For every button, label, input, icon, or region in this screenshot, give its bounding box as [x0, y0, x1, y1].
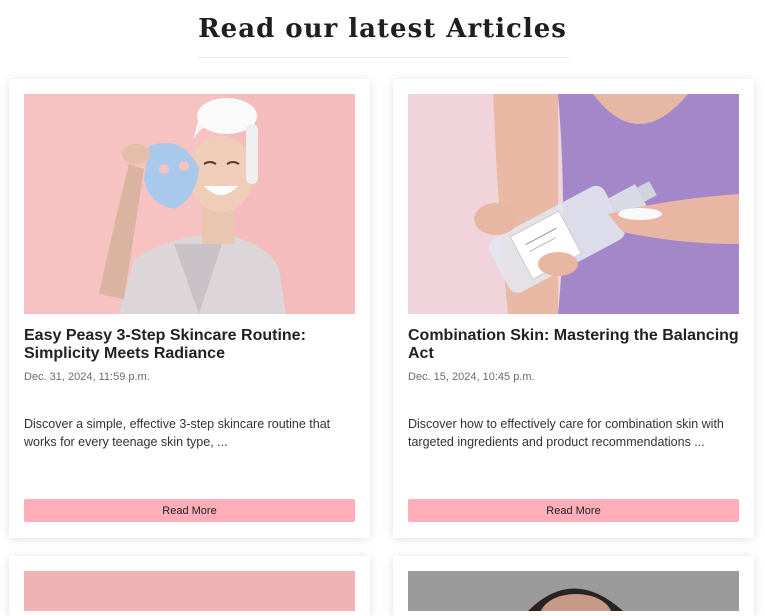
article-excerpt: Discover how to effectively care for com…: [408, 417, 724, 449]
read-more-button[interactable]: Read More: [408, 499, 739, 522]
article-image-portrait[interactable]: [408, 571, 739, 611]
article-image-sheet-mask[interactable]: [24, 94, 355, 314]
title-divider: [197, 57, 569, 58]
article-date: Dec. 15, 2024, 10:45 p.m.: [408, 371, 535, 383]
article-title[interactable]: Combination Skin: Mastering the Balancin…: [408, 327, 739, 363]
article-card-4: [393, 556, 754, 616]
article-card-1: Easy Peasy 3-Step Skincare Routine: Simp…: [9, 79, 370, 538]
read-more-button[interactable]: Read More: [24, 499, 355, 522]
article-date: Dec. 31, 2024, 11:59 p.m.: [24, 371, 150, 383]
article-title[interactable]: Easy Peasy 3-Step Skincare Routine: Simp…: [24, 327, 355, 363]
article-card-3: [9, 556, 370, 616]
page-title: Read our latest Articles: [198, 14, 567, 44]
article-image-pink[interactable]: [24, 571, 355, 611]
article-card-2: Combination Skin: Mastering the Balancin…: [393, 79, 754, 538]
article-image-toner-bottle[interactable]: [408, 94, 739, 314]
article-excerpt: Discover a simple, effective 3-step skin…: [24, 417, 331, 449]
